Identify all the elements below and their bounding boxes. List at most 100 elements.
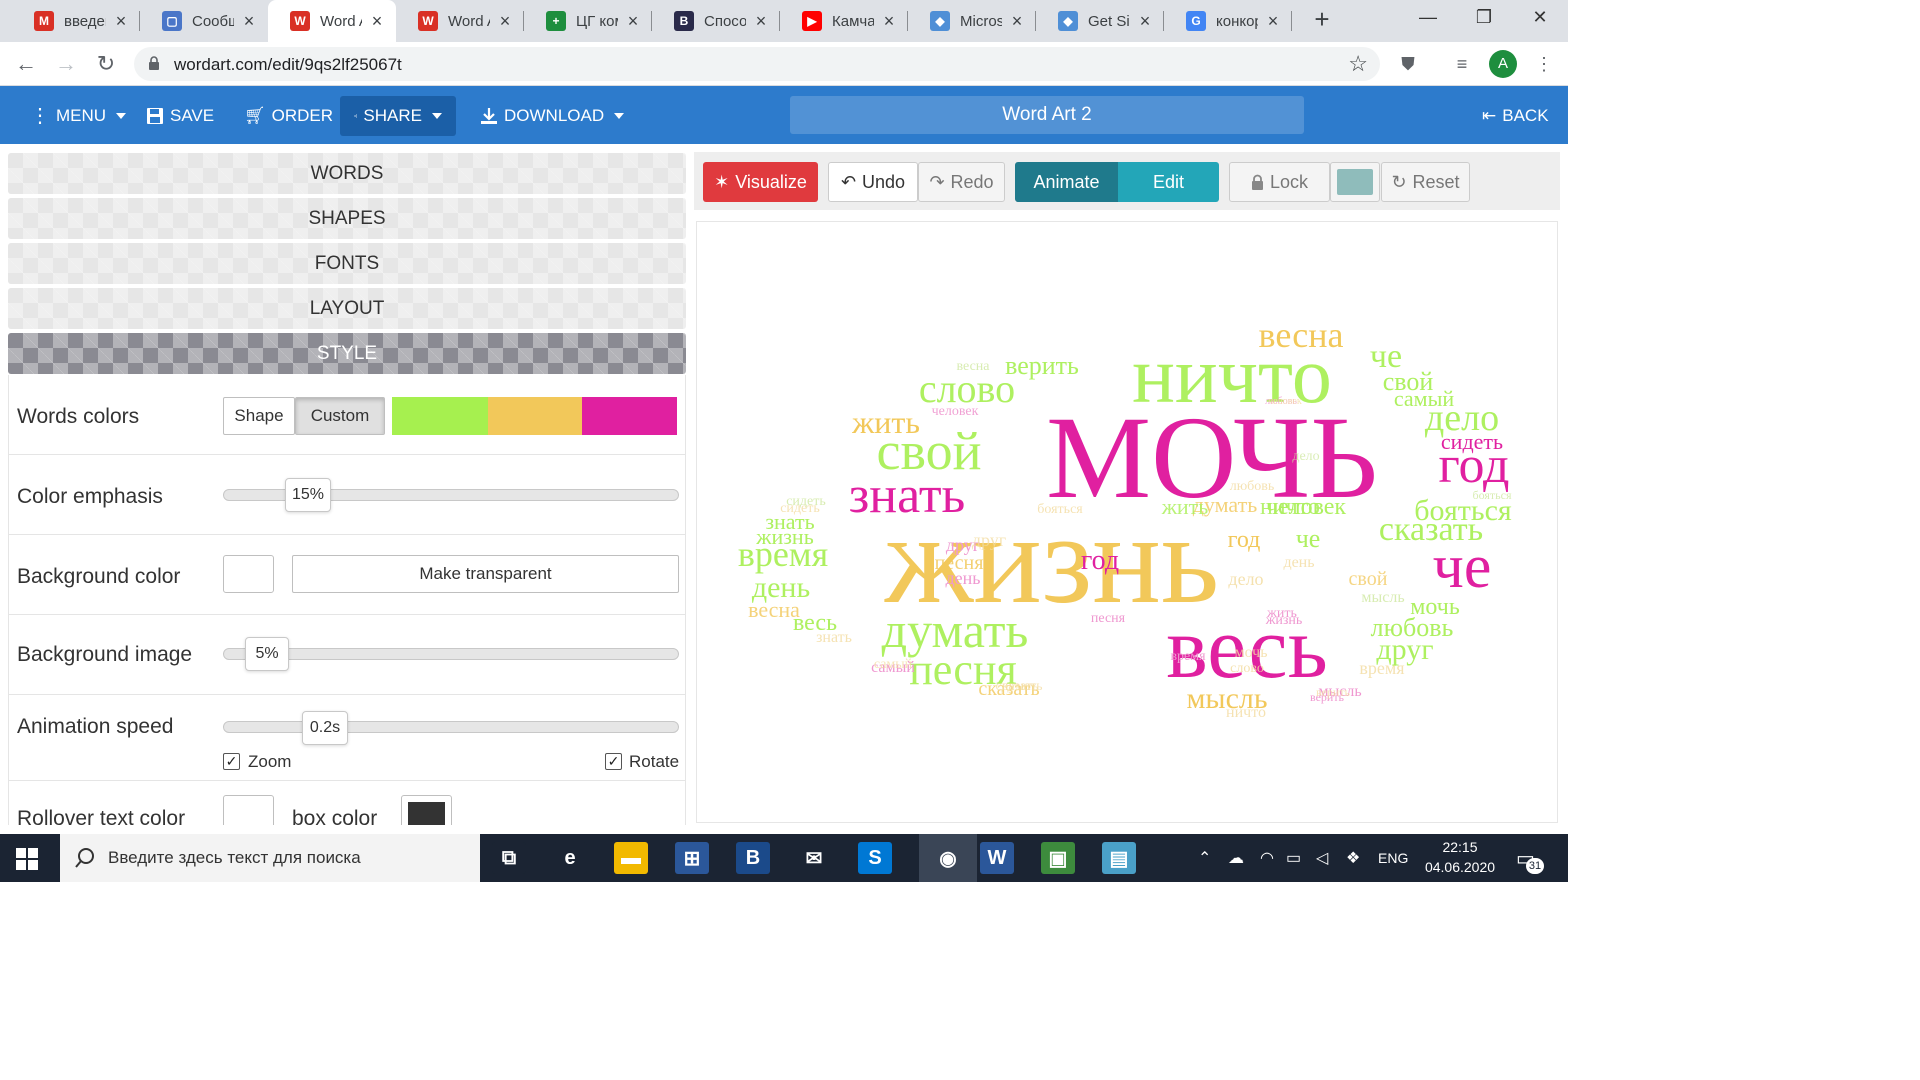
color-emphasis-thumb[interactable]: 15% (285, 478, 331, 512)
zoom-checkbox[interactable]: ✓ (223, 753, 240, 770)
volume-icon[interactable]: ◁ (1316, 848, 1328, 868)
cloud-word[interactable]: верить (1316, 685, 1351, 699)
browser-tab[interactable]: B Способ × (652, 0, 780, 42)
cloud-word[interactable]: год (1228, 527, 1261, 553)
edge-icon[interactable]: e (553, 842, 587, 874)
close-window-button[interactable]: ✕ (1510, 0, 1570, 36)
lock-button[interactable]: Lock (1229, 162, 1330, 202)
background-image-slider[interactable] (223, 648, 679, 660)
cloud-word[interactable]: день (1283, 554, 1314, 571)
tab-close-icon[interactable]: × (368, 11, 386, 32)
mail-icon[interactable]: ✉ (797, 842, 831, 874)
skype-icon[interactable]: S (858, 842, 892, 874)
browser-tab[interactable]: Mвведени × (12, 0, 140, 42)
media-icon[interactable]: ≡ (1450, 52, 1474, 76)
more-menu-icon[interactable]: ⋮ (1532, 52, 1556, 76)
animate-button[interactable]: Animate (1015, 162, 1118, 202)
restore-button[interactable]: ❐ (1454, 0, 1514, 36)
cloud-word[interactable]: слово (1230, 661, 1264, 676)
share-button[interactable]: SHARE (340, 96, 456, 136)
taskbar-search-box[interactable]: Введите здесь текст для поиска (60, 834, 480, 882)
back-button[interactable]: ⇤ BACK (1468, 96, 1563, 136)
cloud-word[interactable]: ничто (1226, 704, 1266, 721)
cloud-word[interactable]: жить (1161, 494, 1209, 519)
cloud-word[interactable]: год (1081, 545, 1119, 576)
browser-tab[interactable]: ◆ Get Silv × (1036, 0, 1164, 42)
project-title-input[interactable]: Word Art 2 (790, 96, 1304, 134)
cloud-word[interactable]: самый (1394, 386, 1455, 411)
tray-chevron-icon[interactable]: ⌃ (1198, 848, 1211, 868)
cloud-word[interactable]: мысль (1361, 589, 1404, 606)
rotate-checkbox[interactable]: ✓ (605, 753, 622, 770)
cloud-word[interactable]: мочь (1234, 644, 1267, 661)
rollover-text-color-swatch[interactable] (223, 795, 274, 825)
shape-colors-button[interactable]: Shape (223, 397, 295, 435)
browser-tab[interactable]: ▢ Сообщен × (140, 0, 268, 42)
save-button[interactable]: SAVE (132, 96, 228, 136)
tab-close-icon[interactable]: × (752, 11, 770, 32)
profile-avatar[interactable]: A (1489, 50, 1517, 78)
cloud-word[interactable]: весна (748, 597, 800, 622)
cloud-word[interactable]: жизнь (755, 524, 813, 549)
cloud-word[interactable]: самый (874, 657, 913, 672)
reset-button[interactable]: ↻ Reset (1381, 162, 1470, 202)
cloud-word[interactable]: сидеть (786, 494, 826, 509)
b-app-icon[interactable]: B (736, 842, 770, 874)
url-text[interactable]: wordart.com/edit/9qs2lf25067t (174, 55, 402, 75)
notepad-icon[interactable]: ▤ (1102, 842, 1136, 874)
new-tab-button[interactable]: + (1308, 6, 1336, 34)
browser-tab[interactable]: ◆ Microso × (908, 0, 1036, 42)
cloud-icon[interactable]: ☁ (1228, 848, 1244, 868)
task-view-icon[interactable]: ⧉ (492, 842, 526, 874)
cloud-word[interactable]: бояться (1473, 488, 1512, 502)
store-icon[interactable]: ⊞ (675, 842, 709, 874)
cloud-word[interactable]: время (1170, 649, 1206, 664)
cloud-word[interactable]: весна (1259, 315, 1344, 355)
windows-start-icon[interactable] (16, 848, 38, 870)
cloud-word[interactable]: че (1296, 524, 1321, 553)
color-swatch-green[interactable] (392, 397, 488, 435)
cloud-word[interactable]: думать (1001, 679, 1042, 694)
clock[interactable]: 22:15 04.06.2020 (1420, 837, 1500, 877)
order-button[interactable]: 🛒︎ ORDER (230, 96, 347, 136)
tab-close-icon[interactable]: × (880, 11, 898, 32)
browser-tab[interactable]: + ЦГ ком × (524, 0, 652, 42)
tab-close-icon[interactable]: × (1008, 11, 1026, 32)
edit-button[interactable]: Edit (1118, 162, 1219, 202)
browser-tab[interactable]: W Word Ar × (268, 0, 396, 42)
cloud-word[interactable]: знать (816, 629, 852, 646)
make-transparent-button[interactable]: Make transparent (292, 555, 679, 593)
bookmark-star-icon[interactable]: ☆ (1348, 51, 1368, 77)
section-words[interactable]: WORDS (8, 153, 686, 194)
cloud-word[interactable]: человек (1268, 396, 1302, 407)
tab-close-icon[interactable]: × (624, 11, 642, 32)
section-fonts[interactable]: FONTS (8, 243, 686, 284)
tab-close-icon[interactable]: × (240, 11, 258, 32)
cloud-word[interactable]: верить (1005, 351, 1079, 380)
minimize-button[interactable]: — (1398, 0, 1458, 36)
cloud-word[interactable]: жить (851, 404, 920, 440)
tab-close-icon[interactable]: × (1264, 11, 1282, 32)
color-swatch-button[interactable] (1330, 162, 1380, 202)
cloud-word[interactable]: любовь (1230, 479, 1275, 494)
tab-close-icon[interactable]: × (1136, 11, 1154, 32)
battery-icon[interactable]: ▭ (1286, 848, 1301, 868)
reload-icon[interactable]: ↻ (92, 50, 120, 78)
browser-tab[interactable]: W Word Ar × (396, 0, 524, 42)
cloud-word[interactable]: день (946, 568, 981, 588)
photo-icon[interactable]: ▣ (1041, 842, 1075, 874)
cloud-word[interactable]: человек (932, 404, 979, 419)
word-icon[interactable]: W (980, 842, 1014, 874)
cloud-word[interactable]: ничто (1260, 494, 1320, 520)
box-color-swatch-frame[interactable] (401, 795, 452, 825)
color-swatch-yellow[interactable] (488, 397, 582, 435)
file-explorer-icon[interactable]: ▬ (614, 842, 648, 874)
cloud-word[interactable]: сидеть (1441, 429, 1503, 454)
wifi-icon[interactable]: ◠ (1260, 848, 1274, 868)
word-cloud[interactable]: жизньМОЧЬничтовесьзнатьсвой годчедуматьпе… (697, 222, 1558, 823)
section-shapes[interactable]: SHAPES (8, 198, 686, 239)
animation-speed-slider[interactable] (223, 721, 679, 733)
notification-center-icon[interactable]: ▭ 31 (1516, 844, 1544, 874)
cloud-word[interactable]: мочь (1410, 594, 1460, 620)
redo-button[interactable]: ↷ Redo (918, 162, 1005, 202)
